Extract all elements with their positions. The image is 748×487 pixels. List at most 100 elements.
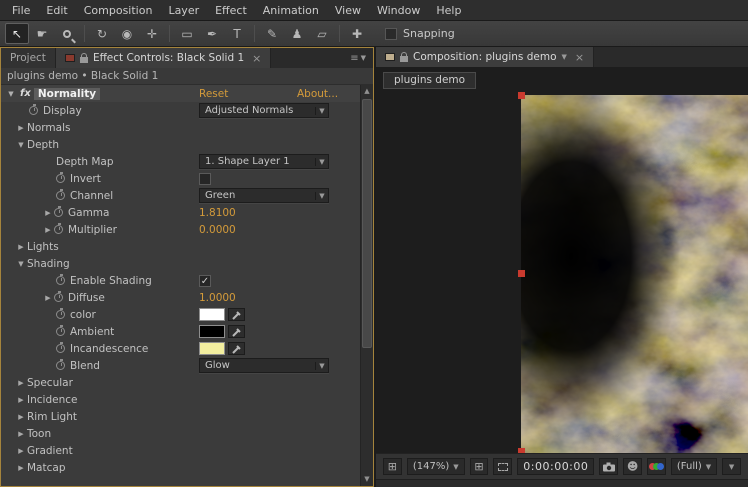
twirl-right-icon[interactable]: ▶ xyxy=(42,209,54,217)
snapping-checkbox[interactable] xyxy=(385,27,397,40)
twirl-right-icon[interactable]: ▶ xyxy=(15,379,27,387)
effect-row-depth-map[interactable]: Depth Map 1. Shape Layer 1 ▼ xyxy=(1,153,373,170)
stopwatch-icon[interactable] xyxy=(54,291,63,302)
close-tab-icon[interactable]: × xyxy=(572,52,584,63)
menu-window[interactable]: Window xyxy=(369,0,428,21)
effect-row-diffuse[interactable]: ▶ Diffuse 1.0000 xyxy=(1,289,373,306)
twirl-right-icon[interactable]: ▶ xyxy=(42,226,54,234)
stopwatch-icon[interactable] xyxy=(56,172,65,183)
invert-checkbox[interactable] xyxy=(199,172,211,185)
shape-tool[interactable]: ▭ xyxy=(175,23,199,44)
stopwatch-icon[interactable] xyxy=(56,325,65,336)
twirl-right-icon[interactable]: ▶ xyxy=(15,430,27,438)
stopwatch-icon[interactable] xyxy=(56,342,65,353)
effect-row-blend[interactable]: Blend Glow ▼ xyxy=(1,357,373,374)
menu-help[interactable]: Help xyxy=(428,0,469,21)
eyedropper-icon[interactable] xyxy=(228,308,245,321)
menu-view[interactable]: View xyxy=(327,0,369,21)
safe-zones-icon[interactable]: ⊞ xyxy=(469,458,489,475)
composition-viewport[interactable]: plugins demo xyxy=(376,67,748,453)
twirl-right-icon[interactable]: ▶ xyxy=(15,447,27,455)
stopwatch-icon[interactable] xyxy=(56,189,65,200)
effect-row-incidence[interactable]: ▶ Incidence xyxy=(1,391,373,408)
selection-tool[interactable]: ↖ xyxy=(5,23,29,44)
reset-link[interactable]: Reset xyxy=(199,88,228,100)
tab-project[interactable]: Project xyxy=(1,48,56,68)
layer-handle-bottom-left[interactable] xyxy=(518,448,525,453)
twirl-right-icon[interactable]: ▶ xyxy=(15,396,27,404)
region-of-interest-icon[interactable] xyxy=(493,458,513,475)
timecode-display[interactable]: 0:00:00:00 xyxy=(517,458,595,475)
effect-row-specular[interactable]: ▶ Specular xyxy=(1,374,373,391)
composition-name-button[interactable]: plugins demo xyxy=(383,72,477,89)
eraser-tool[interactable]: ▱ xyxy=(310,23,334,44)
tab-effect-controls[interactable]: Effect Controls: Black Solid 1 × xyxy=(55,48,272,68)
fx-badge-icon[interactable]: fx xyxy=(20,88,31,99)
effect-row-incandescence[interactable]: Incandescence xyxy=(1,340,373,357)
effect-row-gradient[interactable]: ▶ Gradient xyxy=(1,442,373,459)
zoom-tool[interactable] xyxy=(55,23,79,44)
show-snapshot-icon[interactable]: ☻ xyxy=(623,458,643,475)
layer-handle-top-left[interactable] xyxy=(518,92,525,99)
effect-name[interactable]: Normality xyxy=(33,87,101,100)
effect-row-color[interactable]: color xyxy=(1,306,373,323)
menu-composition[interactable]: Composition xyxy=(76,0,161,21)
twirl-right-icon[interactable]: ▶ xyxy=(15,124,27,132)
diffuse-value[interactable]: 1.0000 xyxy=(199,292,236,304)
tab-composition[interactable]: Composition: plugins demo ▼ × xyxy=(376,47,595,67)
menu-animation[interactable]: Animation xyxy=(255,0,327,21)
twirl-right-icon[interactable]: ▶ xyxy=(15,464,27,472)
multiplier-value[interactable]: 0.0000 xyxy=(199,224,236,236)
hand-tool[interactable]: ☛ xyxy=(30,23,54,44)
menu-edit[interactable]: Edit xyxy=(38,0,75,21)
gamma-value[interactable]: 1.8100 xyxy=(199,207,236,219)
scroll-up-icon[interactable]: ▲ xyxy=(361,85,373,98)
effect-row-channel[interactable]: Channel Green ▼ xyxy=(1,187,373,204)
effect-header-row[interactable]: ▼ fx Normality Reset About... xyxy=(1,85,373,102)
effect-row-shading[interactable]: ▼ Shading xyxy=(1,255,373,272)
effect-row-lights[interactable]: ▶ Lights xyxy=(1,238,373,255)
stopwatch-icon[interactable] xyxy=(56,274,65,285)
pen-tool[interactable]: ✒ xyxy=(200,23,224,44)
eyedropper-icon[interactable] xyxy=(228,342,245,355)
composition-frame[interactable] xyxy=(518,92,748,453)
twirl-right-icon[interactable]: ▶ xyxy=(42,294,54,302)
effect-row-display[interactable]: Display Adjusted Normals ▼ xyxy=(1,102,373,119)
pan-behind-tool[interactable]: ✛ xyxy=(140,23,164,44)
enable-shading-checkbox[interactable]: ✓ xyxy=(199,274,211,287)
scroll-down-icon[interactable]: ▼ xyxy=(361,473,373,486)
close-tab-icon[interactable]: × xyxy=(249,53,261,64)
twirl-down-icon[interactable]: ▼ xyxy=(5,90,17,98)
type-tool[interactable]: T xyxy=(225,23,249,44)
twirl-right-icon[interactable]: ▶ xyxy=(15,243,27,251)
preview-grid-icon[interactable]: ⊞ xyxy=(383,458,402,475)
stopwatch-icon[interactable] xyxy=(56,359,65,370)
effect-row-invert[interactable]: Invert xyxy=(1,170,373,187)
menu-effect[interactable]: Effect xyxy=(207,0,255,21)
snapshot-camera-icon[interactable] xyxy=(599,458,619,475)
panel-menu-button[interactable]: ≡ ▼ xyxy=(343,48,373,68)
chevron-down-icon[interactable]: ▼ xyxy=(562,53,567,61)
puppet-pin-tool[interactable]: ✚ xyxy=(345,23,369,44)
display-dropdown[interactable]: Adjusted Normals ▼ xyxy=(199,103,329,118)
effect-row-ambient[interactable]: Ambient xyxy=(1,323,373,340)
stopwatch-icon[interactable] xyxy=(56,308,65,319)
effect-row-toon[interactable]: ▶ Toon xyxy=(1,425,373,442)
layer-handle-mid-left[interactable] xyxy=(518,270,525,277)
stopwatch-icon[interactable] xyxy=(54,206,63,217)
show-channels-icon[interactable] xyxy=(647,458,666,475)
magnification-select[interactable]: (147%) ▼ xyxy=(406,458,465,475)
twirl-down-icon[interactable]: ▼ xyxy=(15,141,27,149)
menu-layer[interactable]: Layer xyxy=(160,0,207,21)
ambient-swatch[interactable] xyxy=(199,325,225,338)
effect-row-multiplier[interactable]: ▶ Multiplier 0.0000 xyxy=(1,221,373,238)
rotation-tool[interactable]: ↻ xyxy=(90,23,114,44)
stopwatch-icon[interactable] xyxy=(29,104,38,115)
blend-dropdown[interactable]: Glow ▼ xyxy=(199,358,329,373)
menu-file[interactable]: File xyxy=(4,0,38,21)
color-swatch[interactable] xyxy=(199,308,225,321)
unified-camera-tool[interactable]: ◉ xyxy=(115,23,139,44)
stopwatch-icon[interactable] xyxy=(54,223,63,234)
effect-row-gamma[interactable]: ▶ Gamma 1.8100 xyxy=(1,204,373,221)
depth-map-dropdown[interactable]: 1. Shape Layer 1 ▼ xyxy=(199,154,329,169)
